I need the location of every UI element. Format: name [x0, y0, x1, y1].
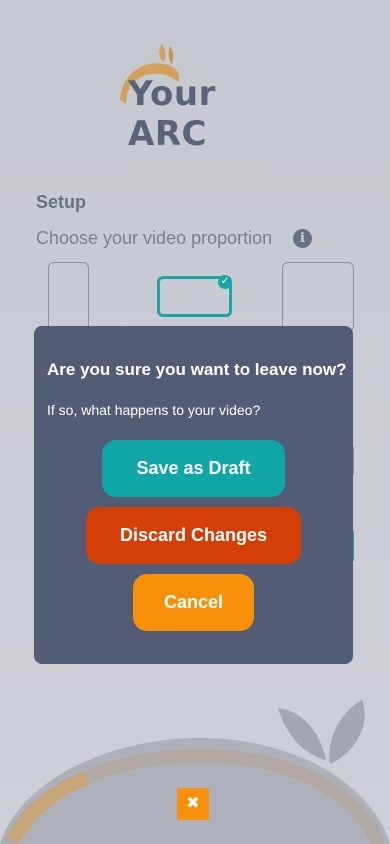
discard-changes-button[interactable]: Discard Changes — [86, 507, 301, 564]
save-draft-button[interactable]: Save as Draft — [102, 440, 285, 497]
cancel-button[interactable]: Cancel — [133, 574, 254, 631]
check-icon: ✓ — [218, 275, 232, 289]
brand-logo: Your ARC — [112, 40, 282, 154]
background-decoration — [0, 700, 390, 844]
proportion-option-square[interactable] — [282, 262, 354, 332]
logo-text: Your ARC — [128, 74, 216, 154]
proportion-label: Choose your video proportion — [36, 228, 273, 248]
close-button[interactable]: ✖ — [177, 788, 209, 820]
proportion-option-portrait[interactable] — [48, 262, 89, 332]
setup-title: Setup — [36, 192, 87, 212]
dialog-title: Are you sure you want to leave now? — [47, 360, 347, 379]
app-screen: Your ARC Setup Choose your video proport… — [0, 0, 390, 844]
leave-confirmation-dialog: Are you sure you want to leave now? If s… — [34, 326, 353, 664]
dialog-subtitle: If so, what happens to your video? — [47, 402, 261, 418]
info-icon[interactable]: i — [293, 229, 312, 248]
